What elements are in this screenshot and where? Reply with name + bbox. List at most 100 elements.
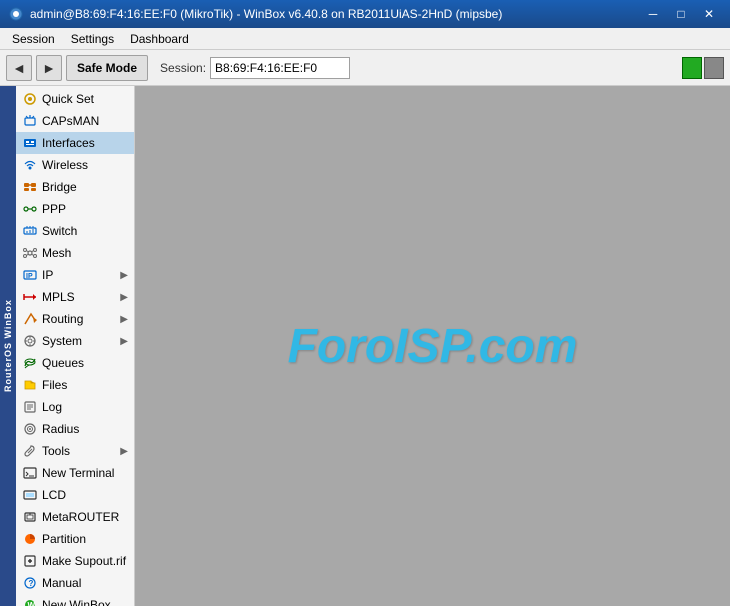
status-indicators xyxy=(682,57,724,79)
menu-item-dashboard[interactable]: Dashboard xyxy=(122,30,197,48)
sidebar-item-label: Manual xyxy=(42,576,81,590)
sidebar-item-tools[interactable]: Tools ▶ xyxy=(16,440,134,462)
mesh-icon xyxy=(22,245,38,261)
tools-arrow: ▶ xyxy=(120,446,128,457)
partition-icon xyxy=(22,531,38,547)
sidebar-item-metarouter[interactable]: MetaROUTER xyxy=(16,506,134,528)
sidebar-item-label: New Terminal xyxy=(42,466,114,480)
sidebar-item-label: New WinBox xyxy=(42,598,111,606)
ppp-icon xyxy=(22,201,38,217)
switch-icon xyxy=(22,223,38,239)
sidebar-item-label: MetaROUTER xyxy=(42,510,119,524)
app-icon xyxy=(8,6,24,22)
sidebar-item-label: CAPsMAN xyxy=(42,114,99,128)
sidebar-item-queues[interactable]: Queues xyxy=(16,352,134,374)
close-button[interactable]: ✕ xyxy=(696,4,722,24)
sidebar-item-log[interactable]: Log xyxy=(16,396,134,418)
menu-bar: Session Settings Dashboard xyxy=(0,28,730,50)
sidebar-item-label: Queues xyxy=(42,356,84,370)
window-title: admin@B8:69:F4:16:EE:F0 (MikroTik) - Win… xyxy=(30,7,640,21)
menu-item-settings[interactable]: Settings xyxy=(63,30,122,48)
window-controls: ─ □ ✕ xyxy=(640,4,722,24)
queues-icon xyxy=(22,355,38,371)
sidebar-item-interfaces[interactable]: Interfaces xyxy=(16,132,134,154)
routing-icon xyxy=(22,311,38,327)
sidebar-item-label: Switch xyxy=(42,224,77,238)
sidebar-item-label: LCD xyxy=(42,488,66,502)
sidebar-item-new-winbox[interactable]: W New WinBox xyxy=(16,594,134,606)
sidebar-item-label: Interfaces xyxy=(42,136,95,150)
sidebar-item-label: Make Supout.rif xyxy=(42,554,126,568)
sidebar-item-radius[interactable]: Radius xyxy=(16,418,134,440)
files-icon xyxy=(22,377,38,393)
sidebar-item-files[interactable]: Files xyxy=(16,374,134,396)
sidebar-item-label: Log xyxy=(42,400,62,414)
watermark-text: ForoISP.com xyxy=(288,319,578,374)
sidebar-item-label: Files xyxy=(42,378,67,392)
toolbar: ◄ ► Safe Mode Session: xyxy=(0,50,730,86)
lcd-icon xyxy=(22,487,38,503)
radius-icon xyxy=(22,421,38,437)
sidebar-item-label: Routing xyxy=(42,312,83,326)
capsman-icon xyxy=(22,113,38,129)
sidebar-item-label: Wireless xyxy=(42,158,88,172)
sidebar-item-ip[interactable]: IP IP ▶ xyxy=(16,264,134,286)
title-bar: admin@B8:69:F4:16:EE:F0 (MikroTik) - Win… xyxy=(0,0,730,28)
sidebar-item-switch[interactable]: Switch xyxy=(16,220,134,242)
content-area: ForoISP.com xyxy=(135,86,730,606)
routing-arrow: ▶ xyxy=(120,314,128,325)
back-button[interactable]: ◄ xyxy=(6,55,32,81)
status-gray-indicator xyxy=(704,57,724,79)
svg-text:W: W xyxy=(28,601,36,606)
quick-set-icon xyxy=(22,91,38,107)
sidebar-item-label: Quick Set xyxy=(42,92,94,106)
sidebar-item-routing[interactable]: Routing ▶ xyxy=(16,308,134,330)
sidebar-item-label: Mesh xyxy=(42,246,71,260)
minimize-button[interactable]: ─ xyxy=(640,4,666,24)
sidebar-item-label: Bridge xyxy=(42,180,77,194)
sidebar-item-label: System xyxy=(42,334,82,348)
menu-item-session[interactable]: Session xyxy=(4,30,63,48)
svg-text:IP: IP xyxy=(26,273,33,280)
new-winbox-icon: W xyxy=(22,597,38,606)
safe-mode-button[interactable]: Safe Mode xyxy=(66,55,148,81)
sidebar-item-ppp[interactable]: PPP xyxy=(16,198,134,220)
session-input[interactable] xyxy=(210,57,350,79)
ip-icon: IP xyxy=(22,267,38,283)
sidebar-item-label: PPP xyxy=(42,202,66,216)
sidebar-item-quick-set[interactable]: Quick Set xyxy=(16,88,134,110)
sidebar-item-wireless[interactable]: Wireless xyxy=(16,154,134,176)
sidebar-item-label: MPLS xyxy=(42,290,75,304)
system-icon xyxy=(22,333,38,349)
wireless-icon xyxy=(22,157,38,173)
interfaces-icon xyxy=(22,135,38,151)
svg-text:?: ? xyxy=(29,579,34,588)
ip-arrow: ▶ xyxy=(120,270,128,281)
sidebar-item-manual[interactable]: ? Manual xyxy=(16,572,134,594)
mpls-arrow: ▶ xyxy=(120,292,128,303)
sidebar-item-capsman[interactable]: CAPsMAN xyxy=(16,110,134,132)
sidebar-item-label: Tools xyxy=(42,444,70,458)
sidebar-brand-label: RouterOS WinBox xyxy=(0,86,16,606)
sidebar-item-bridge[interactable]: Bridge xyxy=(16,176,134,198)
log-icon xyxy=(22,399,38,415)
manual-icon: ? xyxy=(22,575,38,591)
bridge-icon xyxy=(22,179,38,195)
sidebar-item-label: IP xyxy=(42,268,53,282)
mpls-icon xyxy=(22,289,38,305)
sidebar-item-make-supout[interactable]: Make Supout.rif xyxy=(16,550,134,572)
system-arrow: ▶ xyxy=(120,336,128,347)
sidebar-item-mpls[interactable]: MPLS ▶ xyxy=(16,286,134,308)
make-supout-icon xyxy=(22,553,38,569)
sidebar-item-new-terminal[interactable]: New Terminal xyxy=(16,462,134,484)
nav-list: Quick Set CAPsMAN xyxy=(16,86,134,606)
status-green-indicator xyxy=(682,57,702,79)
sidebar-item-partition[interactable]: Partition xyxy=(16,528,134,550)
maximize-button[interactable]: □ xyxy=(668,4,694,24)
forward-button[interactable]: ► xyxy=(36,55,62,81)
sidebar-item-label: Partition xyxy=(42,532,86,546)
sidebar-item-lcd[interactable]: LCD xyxy=(16,484,134,506)
metarouter-icon xyxy=(22,509,38,525)
sidebar-item-mesh[interactable]: Mesh xyxy=(16,242,134,264)
sidebar-item-system[interactable]: System ▶ xyxy=(16,330,134,352)
